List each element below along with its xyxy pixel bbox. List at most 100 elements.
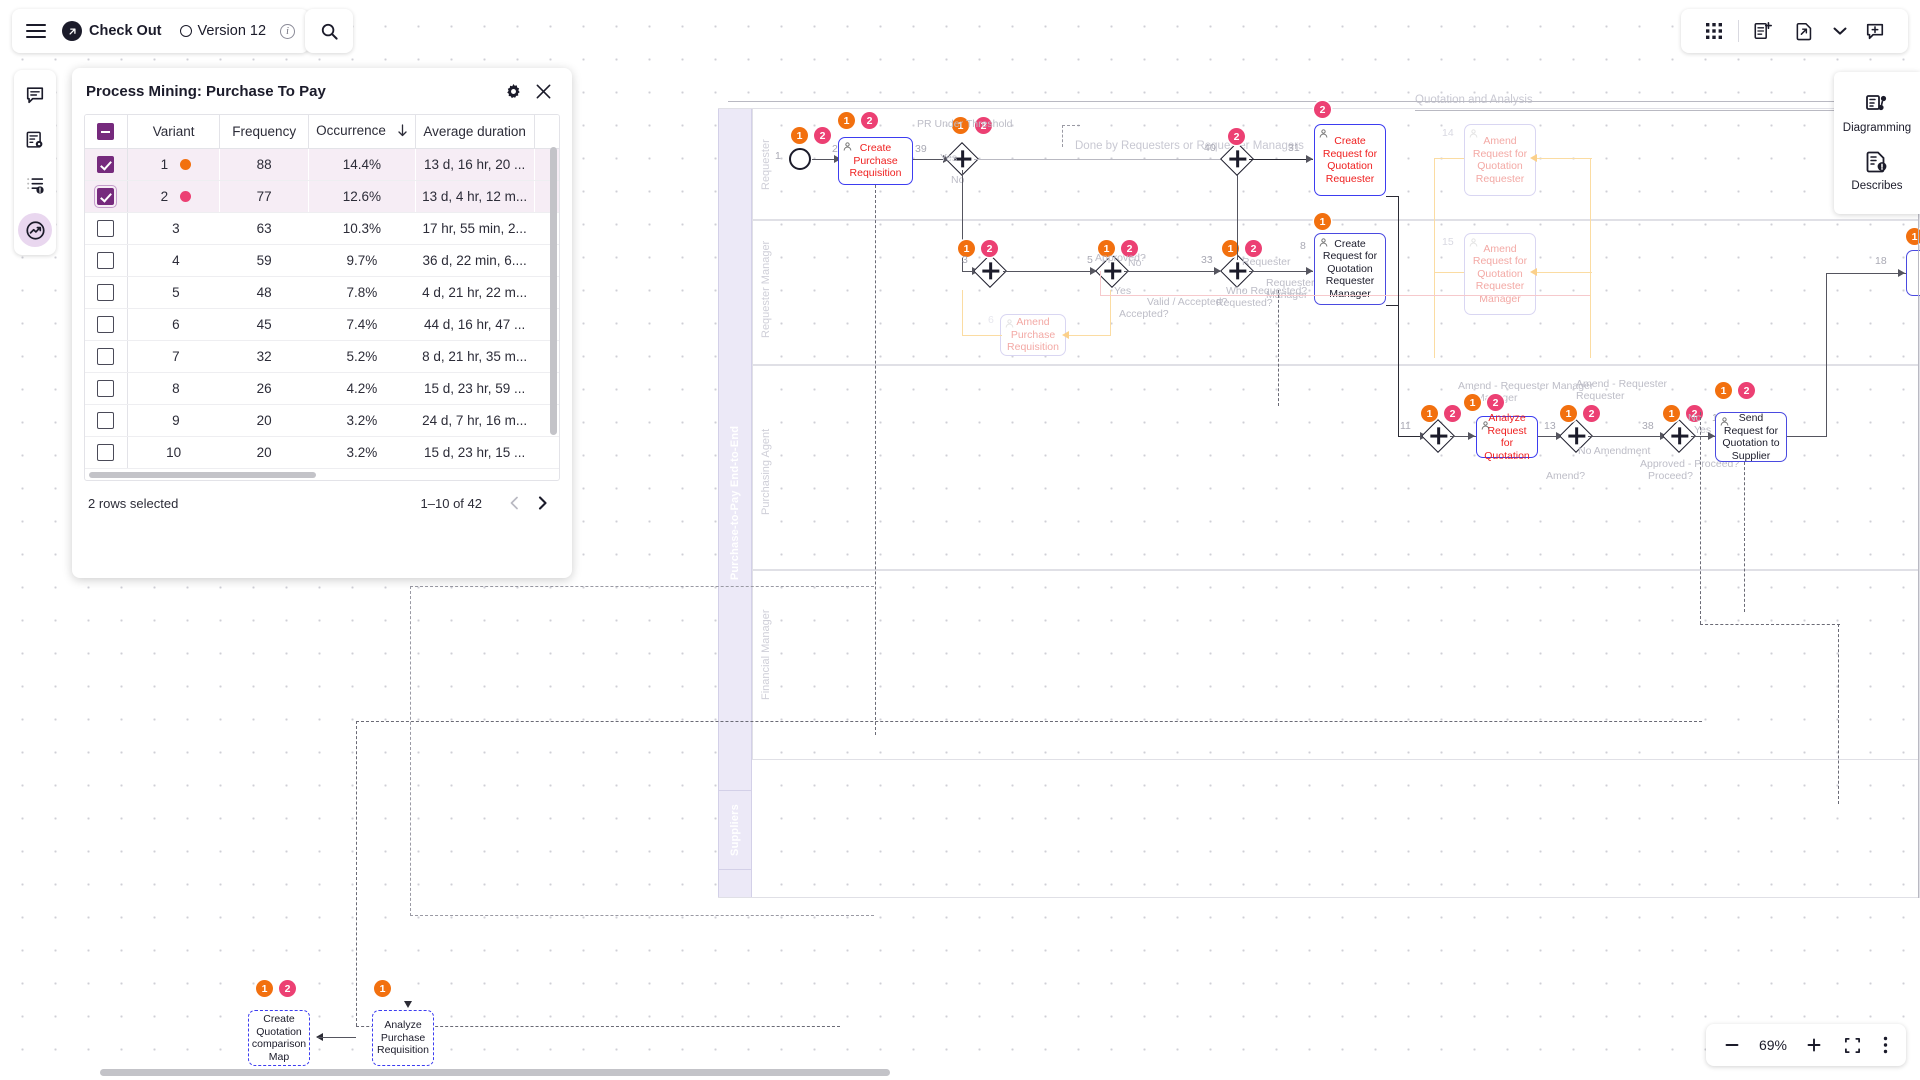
row-checkbox-cell[interactable] xyxy=(85,373,127,405)
row-checkbox-cell[interactable] xyxy=(85,245,127,277)
canvas-horizontal-scrollbar[interactable] xyxy=(100,1069,890,1076)
cell-average-duration: 13 d, 4 hr, 12 m... xyxy=(415,181,534,213)
task-create-rfq-requester[interactable]: Create Request for Quotation Requester xyxy=(1314,124,1386,196)
sidebar-item-document-settings[interactable] xyxy=(18,123,52,157)
table-row[interactable]: 9 20 3.2% 24 d, 7 hr, 16 m... 3 xyxy=(85,405,560,437)
edge-gw2-to-gw3 xyxy=(1003,271,1096,272)
task-amend-rfq-requester[interactable]: Amend Request for Quotation Requester xyxy=(1464,124,1536,196)
row-checkbox-cell[interactable] xyxy=(85,437,127,469)
task-create-quotation-comparison-map[interactable]: Create Quotation comparison Map xyxy=(248,1010,310,1066)
table-row[interactable]: 2 77 12.6% 13 d, 4 hr, 12 m... 1 xyxy=(85,181,560,213)
more-options-button[interactable] xyxy=(1872,1025,1898,1065)
row-checkbox[interactable] xyxy=(97,284,114,301)
cell-occurrence: 7.4% xyxy=(308,309,415,341)
cell-frequency: 20 xyxy=(220,437,309,469)
table-horizontal-scrollbar[interactable] xyxy=(89,472,316,478)
apps-grid-button[interactable] xyxy=(1693,9,1735,53)
task-send-rfq-to-supplier[interactable]: Send Request for Quotation to Supplier xyxy=(1715,412,1787,462)
start-event[interactable] xyxy=(789,148,811,170)
select-all-checkbox[interactable] xyxy=(97,123,114,140)
new-document-button[interactable] xyxy=(1742,9,1784,53)
sidebar-item-validation[interactable] xyxy=(18,168,52,202)
cell-variant: 1 xyxy=(127,149,220,181)
table-row[interactable]: 10 20 3.2% 15 d, 23 hr, 15 ... 9 xyxy=(85,437,560,469)
column-header-frequency[interactable]: Frequency xyxy=(220,115,309,149)
row-checkbox[interactable] xyxy=(97,380,114,397)
task-create-purchase-requisition[interactable]: Create Purchase Requisition xyxy=(838,137,913,185)
search-button[interactable] xyxy=(305,9,353,53)
variant-badge-2: 2 xyxy=(279,980,296,997)
edge-number-2: 2 xyxy=(832,143,838,155)
task-amend-purchase-requisition[interactable]: Amend Purchase Requisition xyxy=(1000,314,1066,356)
settings-button[interactable] xyxy=(500,78,526,104)
message-flow-send-rfq xyxy=(1744,462,1745,612)
task-analyze-purchase-requisition[interactable]: Analyze Purchase Requisition xyxy=(372,1010,434,1066)
edge-number-38: 38 xyxy=(1642,420,1654,432)
row-checkbox-cell[interactable] xyxy=(85,309,127,341)
fit-to-screen-button[interactable] xyxy=(1834,1025,1870,1065)
column-header-variant[interactable]: Variant xyxy=(127,115,220,149)
info-icon[interactable]: i xyxy=(280,24,295,39)
edge-amend-pr-in xyxy=(962,335,1002,336)
edge-number-31: 31 xyxy=(1288,142,1300,154)
add-comment-button[interactable] xyxy=(1854,9,1896,53)
zoom-level[interactable]: 69% xyxy=(1752,1037,1794,1053)
gear-icon xyxy=(505,83,522,100)
zoom-out-button[interactable] xyxy=(1714,1025,1750,1065)
table-row[interactable]: 6 45 7.4% 44 d, 16 hr, 47 ... 1 xyxy=(85,309,560,341)
panel-item-diagramming[interactable]: Diagramming xyxy=(1834,84,1920,142)
row-checkbox-cell[interactable] xyxy=(85,213,127,245)
task-amend-rfq-requester-manager[interactable]: Amend Request for Quotation Requester Ma… xyxy=(1464,233,1536,315)
table-row[interactable]: 8 26 4.2% 15 d, 23 hr, 59 ... 1 xyxy=(85,373,560,405)
task-analyze-rfq[interactable]: Analyze Request for Quotation xyxy=(1476,416,1538,458)
toolbar-divider xyxy=(1738,20,1739,42)
table-row[interactable]: 5 48 7.8% 4 d, 21 hr, 22 m... xyxy=(85,277,560,309)
row-checkbox[interactable] xyxy=(97,188,114,205)
hamburger-icon[interactable] xyxy=(26,24,46,38)
row-checkbox[interactable] xyxy=(97,348,114,365)
row-checkbox[interactable] xyxy=(97,156,114,173)
arrow-head xyxy=(404,1001,412,1008)
column-header-extra[interactable] xyxy=(534,115,560,149)
process-mining-icon xyxy=(25,220,46,241)
table-row[interactable]: 1 88 14.4% 13 d, 16 hr, 20 ... 1 xyxy=(85,149,560,181)
zoom-in-button[interactable] xyxy=(1796,1025,1832,1065)
row-checkbox[interactable] xyxy=(97,252,114,269)
sidebar-item-process-mining[interactable] xyxy=(18,213,52,247)
next-page-button[interactable] xyxy=(528,489,556,517)
row-checkbox-cell[interactable] xyxy=(85,149,127,181)
search-icon xyxy=(320,22,339,41)
cell-variant: 4 xyxy=(127,245,220,277)
variants-table-container[interactable]: Variant Frequency Occurrence Average dur… xyxy=(84,114,560,481)
row-checkbox-cell[interactable] xyxy=(85,341,127,373)
panel-item-describes[interactable]: Describes xyxy=(1834,142,1920,200)
add-comment-icon xyxy=(1865,21,1885,41)
table-row[interactable]: 7 32 5.2% 8 d, 21 hr, 35 m... xyxy=(85,341,560,373)
sidebar-item-comments[interactable] xyxy=(18,78,52,112)
column-header-occurrence[interactable]: Occurrence xyxy=(308,115,415,149)
document-dropdown-button[interactable] xyxy=(1826,9,1854,53)
task-label: Create Request for Quotation Requester M… xyxy=(1319,238,1381,301)
column-header-average-duration[interactable]: Average duration xyxy=(415,115,534,149)
edge-to-far-right xyxy=(1826,273,1906,274)
close-button[interactable] xyxy=(530,78,556,104)
chevron-left-icon xyxy=(509,496,520,510)
check-out-label[interactable]: Check Out xyxy=(89,23,162,39)
row-checkbox-cell[interactable] xyxy=(85,405,127,437)
task-label: Send Request for Quotation to Supplier xyxy=(1720,412,1782,462)
table-row[interactable]: 4 59 9.7% 36 d, 22 min, 6.... 1 xyxy=(85,245,560,277)
lane-title-requester-manager: Requester Manager xyxy=(760,241,772,338)
table-row[interactable]: 3 63 10.3% 17 hr, 55 min, 2... xyxy=(85,213,560,245)
table-vertical-scrollbar[interactable] xyxy=(550,147,557,435)
row-checkbox-cell[interactable] xyxy=(85,181,127,213)
select-all-header[interactable] xyxy=(85,115,127,149)
open-external-document-button[interactable] xyxy=(1784,9,1826,53)
row-checkbox[interactable] xyxy=(97,220,114,237)
cell-variant: 10 xyxy=(127,437,220,469)
row-checkbox-cell[interactable] xyxy=(85,277,127,309)
previous-page-button[interactable] xyxy=(500,489,528,517)
row-checkbox[interactable] xyxy=(97,444,114,461)
version-label[interactable]: Version 12 xyxy=(198,23,267,39)
row-checkbox[interactable] xyxy=(97,412,114,429)
row-checkbox[interactable] xyxy=(97,316,114,333)
